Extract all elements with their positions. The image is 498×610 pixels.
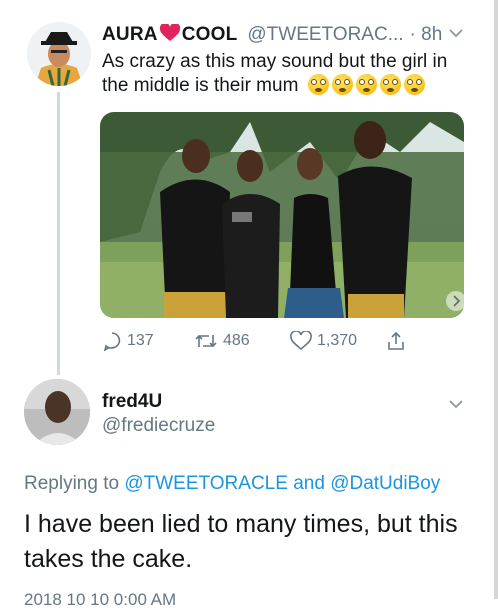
retweet-icon xyxy=(195,334,217,348)
tweet-actions: 137 486 1,370 xyxy=(0,331,498,357)
tweet-header: AURA COOL @TWEETORAC... · 8h xyxy=(102,22,468,48)
chevron-right-icon xyxy=(453,295,461,307)
reply-author-handle[interactable]: @frediecruze xyxy=(102,415,215,437)
flushed-face-icon xyxy=(307,74,329,95)
author-handle[interactable]: @TWEETORAC... xyxy=(247,24,403,46)
retweet-count: 486 xyxy=(223,332,250,349)
like-button[interactable]: 1,370 xyxy=(290,331,357,351)
heart-outline-icon xyxy=(290,331,312,351)
reply-author-name[interactable]: fred4U xyxy=(102,391,162,413)
reply-button[interactable]: 137 xyxy=(102,331,154,351)
and-label: and xyxy=(293,473,325,494)
reply-text: I have been lied to many times, but this… xyxy=(24,510,458,573)
share-button[interactable] xyxy=(386,331,406,351)
retweet-button[interactable]: 486 xyxy=(194,331,250,351)
flushed-face-icon xyxy=(331,74,353,95)
replying-to-line: Replying to @TWEETORACLE and @DatUdiBoy xyxy=(24,473,440,495)
chevron-down-icon[interactable] xyxy=(448,27,464,39)
tweet-time[interactable]: · 8h xyxy=(410,24,443,46)
mention-link[interactable]: @DatUdiBoy xyxy=(330,473,440,494)
author-name-prefix: AURA xyxy=(102,24,158,45)
share-icon xyxy=(388,331,404,350)
flushed-face-icon xyxy=(379,74,401,95)
reply-timestamp: 2018 10 10 0:00 AM xyxy=(24,590,177,609)
replying-label: Replying to xyxy=(24,473,120,494)
author-name-suffix: COOL xyxy=(181,24,238,45)
reply-count: 137 xyxy=(127,332,154,349)
reply-avatar[interactable] xyxy=(24,379,90,445)
mention-link[interactable]: @TWEETORACLE xyxy=(124,473,288,494)
flushed-face-icon xyxy=(355,74,377,95)
like-count: 1,370 xyxy=(317,332,358,349)
tweet-text: As crazy as this may sound but the girl … xyxy=(102,50,472,98)
flushed-face-icon xyxy=(403,74,425,95)
avatar[interactable] xyxy=(27,22,91,86)
reply-icon xyxy=(103,332,121,351)
heart-emoji-icon xyxy=(159,24,180,41)
photo-next-button[interactable] xyxy=(446,291,466,311)
family-photo-image xyxy=(100,112,464,318)
flushed-emoji-group xyxy=(307,74,425,95)
chevron-down-icon[interactable] xyxy=(448,398,464,410)
tweet-photo[interactable] xyxy=(100,112,464,318)
author-name[interactable]: AURA COOL xyxy=(102,24,237,46)
right-edge-border xyxy=(494,0,498,599)
